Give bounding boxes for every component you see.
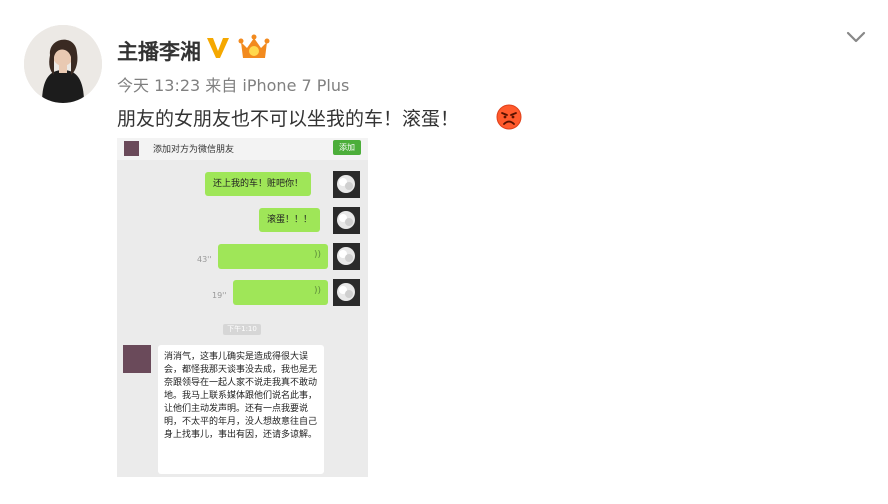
- verified-icon: [207, 38, 229, 58]
- voice-duration: 19'': [212, 291, 227, 300]
- chat-screenshot[interactable]: 添加对方为微信朋友 添加 还上我的车！赃吧你！ 滚蛋！！！ 43'' )) 19…: [117, 138, 368, 477]
- angry-emoji-icon: [496, 104, 522, 130]
- username[interactable]: 主播李湘: [117, 36, 201, 66]
- vip-crown-icon[interactable]: [238, 34, 270, 62]
- weibo-post: 主播李湘 今天 13:23 来自 iPhone 7 Plus 朋友的女朋友也不可…: [0, 0, 888, 504]
- sender-avatar: [333, 243, 360, 270]
- reply-bubble: 消消气，这事儿确实是造成得很大误会，都怪我那天谈事没去成，我也是无奈跟领导在一起…: [158, 345, 324, 474]
- contact-icon: [124, 141, 139, 156]
- voice-duration: 43'': [197, 255, 212, 264]
- chevron-down-icon[interactable]: [846, 30, 866, 44]
- sender-avatar: [333, 171, 360, 198]
- add-friend-banner: 添加对方为微信朋友 添加: [117, 138, 368, 160]
- banner-text: 添加对方为微信朋友: [153, 145, 235, 155]
- time-label: 下午1:10: [223, 324, 261, 335]
- post-time[interactable]: 今天 13:23: [117, 76, 200, 95]
- chat-bubble: 还上我的车！赃吧你！: [205, 172, 312, 196]
- voice-bubble[interactable]: )): [218, 244, 328, 269]
- voice-wave-icon: )): [314, 250, 322, 260]
- sender-avatar: [333, 279, 360, 306]
- chat-bubble: 滚蛋！！！: [259, 208, 321, 232]
- post-meta: 今天 13:23 来自 iPhone 7 Plus: [117, 72, 349, 96]
- source-prefix: 来自: [205, 76, 238, 95]
- post-text: 朋友的女朋友也不可以坐我的车！滚蛋！: [117, 108, 460, 130]
- avatar[interactable]: [24, 25, 102, 103]
- voice-bubble[interactable]: )): [233, 280, 328, 305]
- add-button[interactable]: 添加: [333, 140, 361, 155]
- source-device[interactable]: iPhone 7 Plus: [242, 76, 349, 95]
- sender-avatar: [333, 207, 360, 234]
- contact-avatar: [123, 345, 151, 373]
- voice-wave-icon: )): [314, 286, 322, 296]
